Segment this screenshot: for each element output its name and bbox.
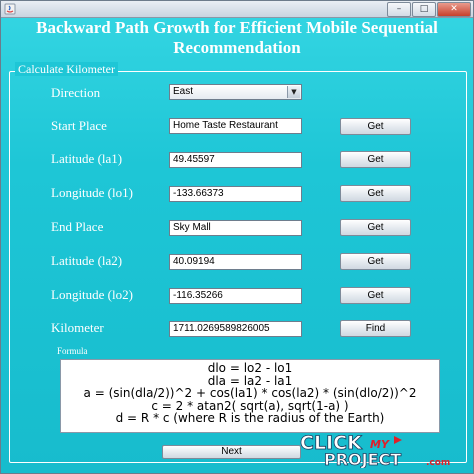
kilometer-label: Kilometer bbox=[51, 320, 104, 335]
chevron-down-icon[interactable]: ▼ bbox=[287, 86, 300, 98]
longitude2-get-button[interactable]: Get bbox=[340, 287, 411, 304]
longitude1-label: Longitude (lo1) bbox=[51, 185, 133, 200]
end-place-field[interactable]: Sky Mall bbox=[169, 220, 302, 236]
longitude2-field[interactable]: -116.35266 bbox=[169, 288, 302, 304]
logo-word-project: PROJECT bbox=[324, 450, 401, 468]
app-title: Backward Path Growth for Efficient Mobil… bbox=[36, 18, 438, 57]
window-titlebar[interactable]: – □ ✕ bbox=[1, 1, 473, 18]
end-place-label: End Place bbox=[51, 219, 104, 234]
latitude2-field[interactable]: 40.09194 bbox=[169, 254, 302, 270]
panel-title: Calculate Kilometer bbox=[15, 62, 118, 76]
longitude2-label: Longitude (lo2) bbox=[51, 287, 133, 302]
latitude1-get-button[interactable]: Get bbox=[340, 151, 411, 168]
longitude1-get-button[interactable]: Get bbox=[340, 185, 411, 202]
kilometer-field[interactable]: 1711.0269589826005 bbox=[169, 321, 302, 337]
direction-selected-value: East bbox=[173, 86, 194, 97]
start-place-label: Start Place bbox=[51, 118, 107, 133]
formula-textarea[interactable]: dlo = lo2 - lo1 dla = la2 - la1 a = (sin… bbox=[60, 359, 440, 433]
formula-line: d = R * c (where R is the radius of the … bbox=[115, 411, 385, 425]
formula-line: a = (sin(dla/2))^2 + cos(la1) * cos(la2)… bbox=[83, 386, 417, 400]
latitude2-get-button[interactable]: Get bbox=[340, 253, 411, 270]
java-app-icon bbox=[4, 3, 16, 15]
start-place-get-button[interactable]: Get bbox=[340, 118, 411, 135]
start-place-field[interactable]: Home Taste Restaurant bbox=[169, 118, 302, 134]
close-button[interactable]: ✕ bbox=[437, 2, 471, 17]
cursor-icon bbox=[394, 436, 402, 444]
formula-title: Formula bbox=[57, 346, 88, 356]
formula-line: dlo = lo2 - lo1 bbox=[207, 361, 293, 375]
direction-select[interactable]: East ▼ bbox=[169, 84, 302, 100]
find-button[interactable]: Find bbox=[340, 320, 411, 337]
latitude1-field[interactable]: 49.45597 bbox=[169, 152, 302, 168]
direction-label: Direction bbox=[51, 85, 101, 100]
application-window: – □ ✕ Backward Path Growth for Efficient… bbox=[0, 0, 474, 474]
latitude2-label: Latitude (la2) bbox=[51, 253, 123, 268]
latitude1-label: Latitude (la1) bbox=[51, 151, 123, 166]
longitude1-field[interactable]: -133.66373 bbox=[169, 186, 302, 202]
logo-suffix: .com bbox=[426, 458, 450, 468]
window-controls: – □ ✕ bbox=[386, 2, 471, 17]
maximize-button[interactable]: □ bbox=[412, 2, 436, 17]
minimize-button[interactable]: – bbox=[387, 2, 411, 17]
end-place-get-button[interactable]: Get bbox=[340, 219, 411, 236]
clickmyproject-logo: CLICK MY PROJECT .com bbox=[300, 432, 451, 468]
next-button[interactable]: Next bbox=[162, 445, 301, 459]
